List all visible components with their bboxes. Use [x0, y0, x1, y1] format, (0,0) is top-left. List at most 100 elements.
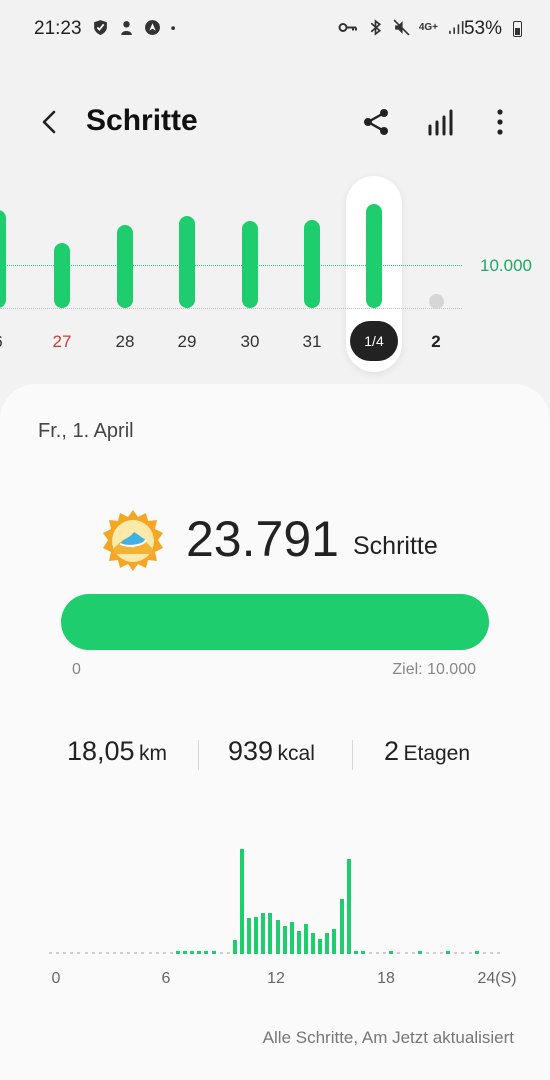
hourly-bar: [282, 926, 287, 954]
selected-day-badge[interactable]: 1/4: [350, 321, 398, 361]
hourly-bar: [360, 951, 365, 954]
update-status-text: Alle Schritte, Am Jetzt aktualisiert: [262, 1028, 514, 1047]
achievement-medal-icon: [103, 510, 163, 571]
hourly-bar: [389, 951, 394, 954]
day-label[interactable]: 28: [105, 332, 145, 352]
day-label[interactable]: 2: [416, 332, 456, 352]
day-label[interactable]: 6: [0, 332, 18, 352]
hourly-empty-dot: [148, 952, 152, 954]
hourly-empty-dot: [461, 952, 465, 954]
hourly-bar: [211, 951, 216, 954]
day-label[interactable]: 29: [167, 332, 207, 352]
page-title: Schritte: [86, 104, 198, 137]
battery-percentage: 53%: [463, 18, 502, 39]
hourly-empty-dot: [454, 952, 458, 954]
mute-icon: [393, 19, 410, 36]
hourly-bar: [325, 933, 330, 954]
shield-icon: [94, 20, 107, 35]
hourly-empty-dot: [134, 952, 138, 954]
bluetooth-icon: [370, 19, 381, 36]
day-bar[interactable]: [117, 225, 133, 308]
hourly-bar: [268, 913, 273, 954]
steps-unit: Schritte: [353, 532, 438, 560]
day-bar[interactable]: [179, 216, 195, 308]
calories-unit: kcal: [277, 742, 315, 765]
app-notification-icon: [121, 21, 132, 35]
hourly-bar: [254, 917, 259, 954]
day-label[interactable]: 27: [42, 332, 82, 352]
hourly-bar: [247, 918, 252, 954]
day-bar[interactable]: [0, 210, 6, 308]
hourly-empty-dot: [49, 952, 52, 954]
hourly-axis-label: 12: [267, 970, 285, 987]
day-bar[interactable]: [366, 204, 382, 308]
hourly-empty-dot: [162, 952, 166, 954]
hourly-bar: [232, 940, 237, 954]
hourly-axis-label: 18: [377, 970, 395, 987]
day-bar[interactable]: [54, 243, 70, 308]
hourly-bar: [240, 849, 244, 954]
divider: [198, 740, 199, 770]
hourly-empty-dot: [84, 952, 88, 954]
chart-view-icon[interactable]: [421, 102, 461, 142]
future-day-placeholder: [429, 294, 444, 309]
hourly-empty-dot: [369, 952, 372, 954]
hourly-bar: [183, 951, 188, 954]
day-label[interactable]: 31: [292, 332, 332, 352]
hourly-empty-dot: [155, 952, 159, 954]
hourly-empty-dot: [77, 952, 81, 954]
battery-icon: [513, 21, 522, 37]
hourly-empty-dot: [127, 952, 131, 954]
hourly-empty-dot: [169, 952, 173, 954]
hourly-empty-dot: [433, 952, 436, 954]
hourly-bar: [474, 951, 479, 954]
progress-goal-label: Ziel: 10.000: [392, 661, 476, 678]
hourly-empty-dot: [482, 952, 486, 954]
distance-unit: km: [139, 742, 168, 765]
hourly-bar: [353, 951, 358, 954]
share-icon[interactable]: [356, 102, 396, 142]
calories-value: 939: [228, 736, 274, 766]
hourly-bar: [261, 913, 266, 954]
hourly-bar: [176, 951, 180, 954]
more-options-icon[interactable]: [480, 102, 520, 142]
hourly-axis-label: 6: [161, 970, 171, 987]
hourly-empty-dot: [105, 952, 109, 954]
day-label[interactable]: 30: [230, 332, 270, 352]
hourly-bar: [204, 951, 209, 954]
hourly-empty-dot: [497, 952, 500, 954]
status-bar: 21:23 4G+ 53%: [0, 0, 550, 60]
hourly-bar: [318, 939, 323, 954]
distance-value: 18,05: [67, 736, 135, 766]
hourly-empty-dot: [56, 952, 60, 954]
more-notifications-dot-icon: [171, 26, 175, 30]
calories-stat: 939 kcal: [228, 736, 315, 767]
hourly-empty-dot: [113, 952, 116, 954]
signal-icon: [449, 21, 464, 34]
hourly-empty-dot: [440, 952, 444, 954]
hourly-empty-dot: [226, 952, 230, 954]
hourly-empty-dot: [411, 952, 415, 954]
daily-summary-card: Fr., 1. April 23.791 Schritte 0 Ziel: 10…: [0, 384, 550, 1080]
divider: [352, 740, 353, 770]
hourly-empty-dot: [376, 952, 380, 954]
day-bar[interactable]: [242, 221, 258, 308]
hourly-empty-dot: [468, 952, 472, 954]
hourly-axis-label: 0: [51, 970, 61, 987]
hourly-bar: [197, 951, 202, 954]
hourly-bar: [311, 933, 316, 954]
day-bar[interactable]: [304, 220, 320, 308]
hourly-empty-dot: [383, 952, 387, 954]
hourly-bar: [446, 951, 451, 954]
hourly-bar: [346, 859, 351, 954]
baseline: [0, 308, 462, 309]
steps-count: 23.791: [186, 511, 339, 567]
hourly-bar: [339, 899, 344, 954]
vpn-key-icon: [338, 23, 357, 32]
hourly-empty-dot: [70, 952, 74, 954]
hourly-empty-dot: [91, 952, 95, 954]
hourly-axis-label: 24(S): [477, 970, 517, 987]
hourly-empty-dot: [404, 952, 408, 954]
distance-stat: 18,05 km: [67, 736, 167, 767]
back-arrow-icon[interactable]: [30, 102, 70, 142]
